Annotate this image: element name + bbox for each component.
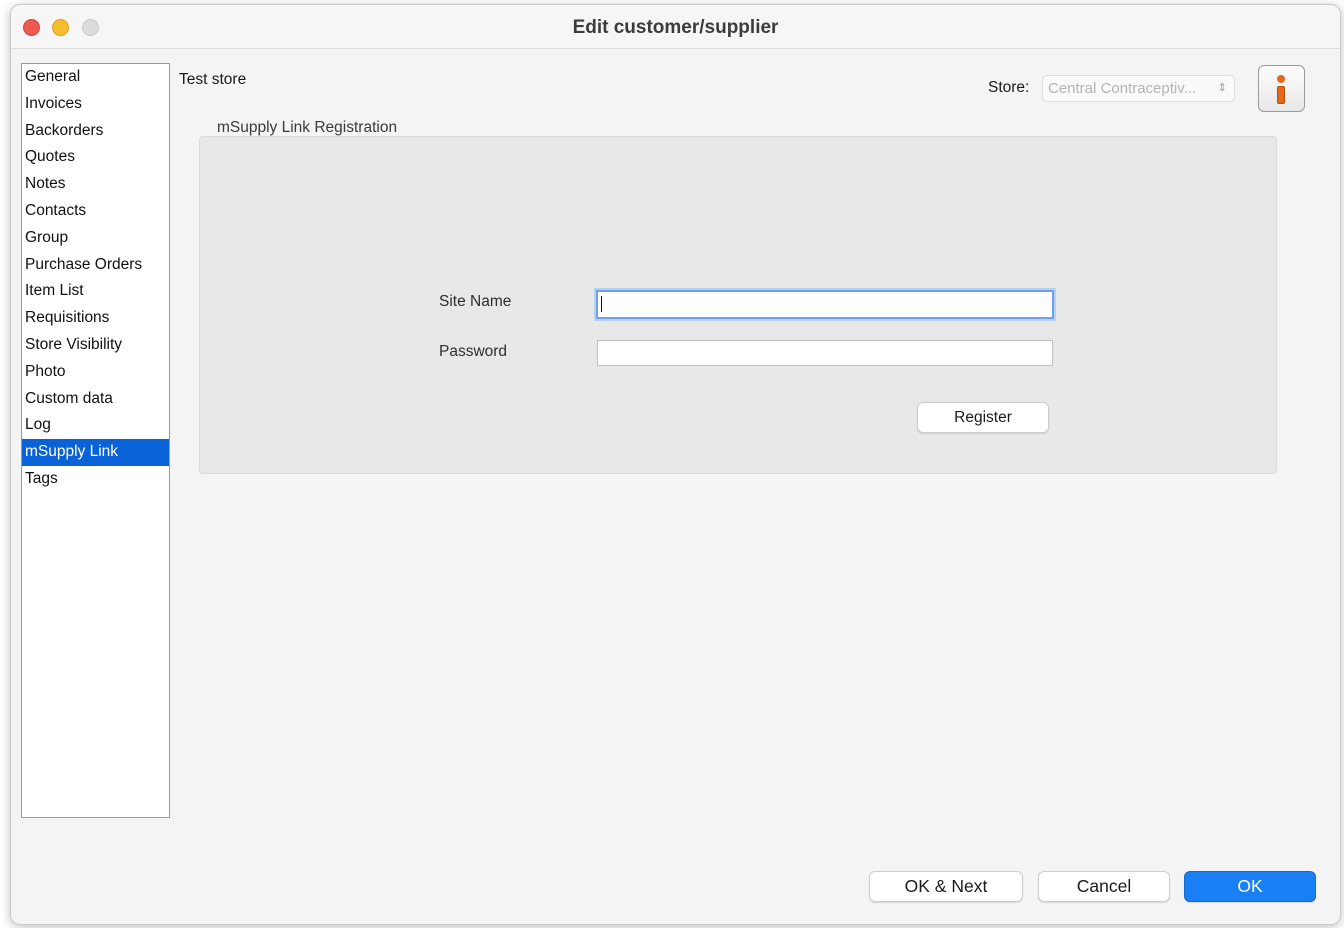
password-label: Password [439,343,508,360]
store-name-label: Test store [179,71,247,88]
ok-next-button[interactable]: OK & Next [869,871,1023,902]
store-select-value: Central Contraceptiv... [1048,80,1197,97]
sidebar-item-purchase-orders[interactable]: Purchase Orders [22,252,169,279]
text-cursor [601,296,602,312]
sidebar-item-custom-data[interactable]: Custom data [22,386,169,413]
sidebar-item-notes[interactable]: Notes [22,171,169,198]
sidebar-item-msupply-link[interactable]: mSupply Link [22,439,169,466]
edit-customer-supplier-window: Edit customer/supplier General Invoices … [10,4,1341,925]
info-icon [1277,75,1285,83]
store-label: Store: [988,79,1030,96]
cancel-button[interactable]: Cancel [1038,871,1170,902]
registration-group-panel: Site Name Password Register [199,136,1277,474]
info-button[interactable] [1258,65,1305,112]
sidebar-item-invoices[interactable]: Invoices [22,91,169,118]
window-title: Edit customer/supplier [572,17,779,38]
sidebar-item-quotes[interactable]: Quotes [22,144,169,171]
sidebar-list: General Invoices Backorders Quotes Notes… [21,63,170,818]
sidebar-item-log[interactable]: Log [22,412,169,439]
title-bar: Edit customer/supplier [11,5,1340,49]
sidebar-item-item-list[interactable]: Item List [22,278,169,305]
sidebar-item-photo[interactable]: Photo [22,359,169,386]
register-button[interactable]: Register [917,402,1049,433]
info-icon-bar [1277,86,1285,104]
site-name-input[interactable] [596,290,1054,319]
sidebar-item-tags[interactable]: Tags [22,466,169,493]
registration-group-label: mSupply Link Registration [217,119,398,136]
sidebar-item-contacts[interactable]: Contacts [22,198,169,225]
sidebar-item-requisitions[interactable]: Requisitions [22,305,169,332]
sidebar-item-store-visibility[interactable]: Store Visibility [22,332,169,359]
store-select[interactable]: Central Contraceptiv... ⇕ [1042,75,1235,102]
site-name-label: Site Name [439,293,512,310]
password-input[interactable] [597,340,1053,366]
sidebar-item-general[interactable]: General [22,64,169,91]
sidebar-item-backorders[interactable]: Backorders [22,118,169,145]
ok-button[interactable]: OK [1184,871,1316,902]
updown-chevron-icon: ⇕ [1217,82,1227,94]
sidebar-item-group[interactable]: Group [22,225,169,252]
